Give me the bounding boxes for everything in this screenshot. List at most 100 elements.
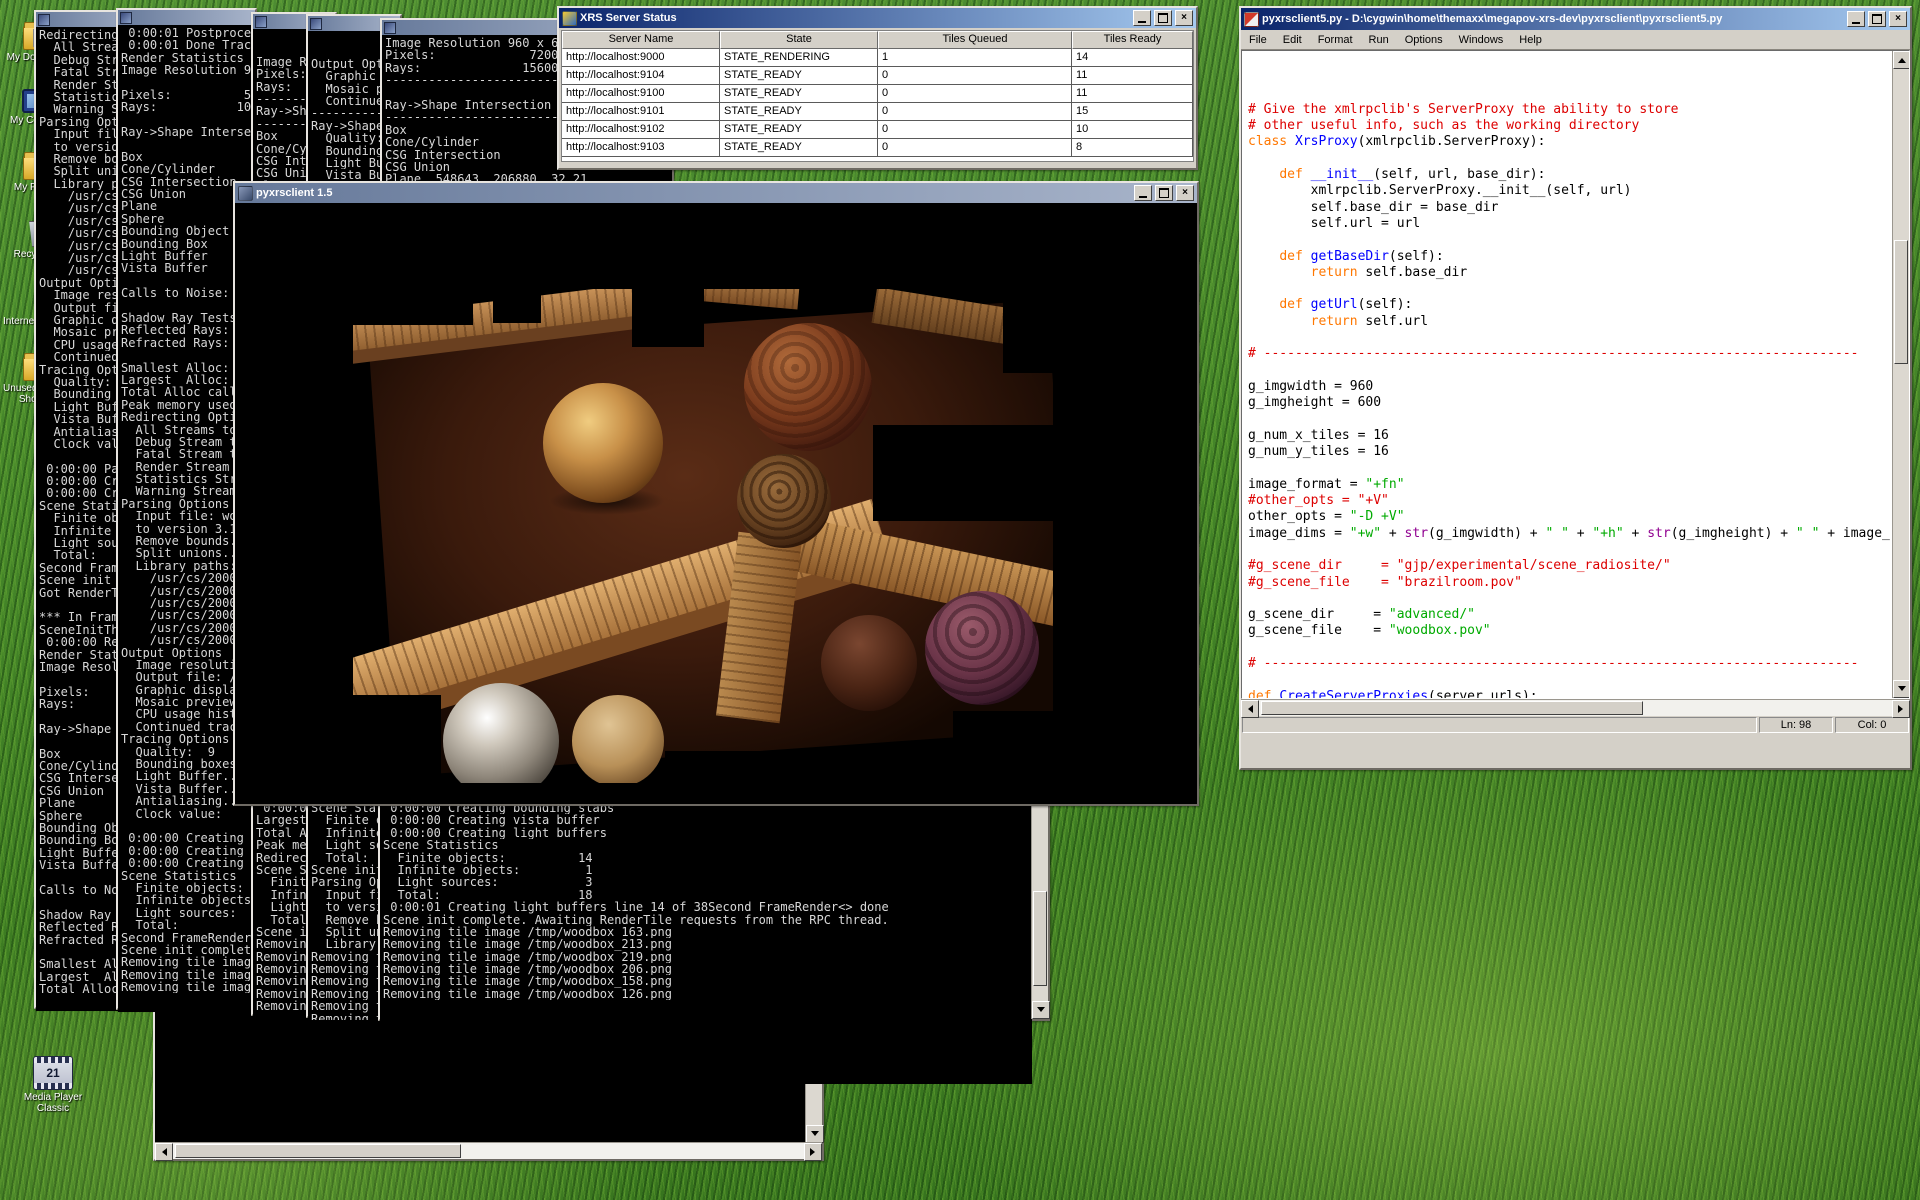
code-line (1248, 412, 1891, 428)
menu-options[interactable]: Options (1397, 32, 1451, 48)
scroll-left-button[interactable] (155, 1143, 173, 1161)
menu-windows[interactable]: Windows (1451, 32, 1512, 48)
xrs-titlebar[interactable]: XRS Server Status × (559, 8, 1196, 28)
xrs-cell[interactable]: STATE_READY (720, 139, 878, 157)
desktop: My DocumentsMy ComputerMy PicturesRecycl… (0, 0, 1920, 1200)
menu-edit[interactable]: Edit (1275, 32, 1310, 48)
scroll-down-button[interactable] (806, 1125, 824, 1143)
close-button[interactable]: × (1176, 185, 1194, 201)
xrs-cell[interactable]: 0 (878, 103, 1072, 121)
terminal-line: Cone/Cylinder (121, 163, 252, 175)
render-titlebar[interactable]: pyxrsclient 1.5 × (235, 183, 1197, 203)
scrollbar-thumb[interactable] (1894, 240, 1908, 364)
xrs-cell[interactable]: STATE_READY (720, 121, 878, 139)
xrs-cell[interactable]: 1 (878, 49, 1072, 67)
xrs-cell[interactable]: http://localhost:9000 (562, 49, 720, 67)
xrs-cell[interactable]: 0 (878, 121, 1072, 139)
xrs-cell[interactable]: 11 (1072, 67, 1193, 85)
maximize-button[interactable] (1154, 10, 1172, 26)
console-scrollbar-horizontal[interactable] (155, 1142, 822, 1159)
code-line (1248, 460, 1891, 476)
xrs-cell[interactable]: 11 (1072, 85, 1193, 103)
code-line (1248, 330, 1891, 346)
close-button[interactable]: × (1889, 11, 1907, 27)
xrs-cell[interactable]: http://localhost:9100 (562, 85, 720, 103)
editor-window[interactable]: pyxrsclient5.py - D:\cygwin\home\themaxx… (1239, 6, 1912, 770)
xrs-status-window[interactable]: XRS Server Status × Server NameStateTile… (557, 6, 1198, 170)
media-player-classic-shortcut[interactable]: 21 Media Player Classic (14, 1056, 92, 1114)
menu-format[interactable]: Format (1310, 32, 1361, 48)
xrs-cell[interactable]: 8 (1072, 139, 1193, 157)
terminal-line: Infinite objects: 1 (121, 894, 252, 906)
render-app-icon (238, 186, 253, 201)
render-client-window[interactable]: pyxrsclient 1.5 × (233, 181, 1199, 806)
editor-text-area[interactable]: # Give the xmlrpclib's ServerProxy the a… (1241, 50, 1910, 699)
scrollbar-thumb[interactable] (1033, 891, 1047, 986)
menu-run[interactable]: Run (1361, 32, 1397, 48)
code-line: g_scene_dir = "advanced/" (1248, 607, 1891, 623)
maximize-button[interactable] (1155, 185, 1173, 201)
terminal-titlebar[interactable] (118, 10, 255, 25)
xrs-cell[interactable]: http://localhost:9102 (562, 121, 720, 139)
xrs-cell[interactable]: http://localhost:9104 (562, 67, 720, 85)
xrs-cell[interactable]: 10 (1072, 121, 1193, 139)
scrollbar-thumb[interactable] (175, 1144, 461, 1158)
xrs-column-header[interactable]: Server Name (562, 31, 720, 49)
scroll-down-button[interactable] (1032, 1001, 1050, 1019)
minimize-button[interactable] (1134, 185, 1152, 201)
scroll-down-button[interactable] (1893, 680, 1910, 698)
code-line (1248, 69, 1891, 85)
xrs-cell[interactable]: 14 (1072, 49, 1193, 67)
xrs-cell[interactable]: 0 (878, 85, 1072, 103)
menu-help[interactable]: Help (1511, 32, 1550, 48)
code-area[interactable]: # Give the xmlrpclib's ServerProxy the a… (1248, 53, 1891, 698)
scroll-right-button[interactable] (1892, 700, 1910, 718)
code-line: def getUrl(self): (1248, 297, 1891, 313)
editor-scrollbar-horizontal[interactable] (1241, 699, 1910, 716)
terminal-line: Scene init complete. Await (121, 944, 252, 956)
minimize-button[interactable] (1847, 11, 1865, 27)
minimize-button[interactable] (1133, 10, 1151, 26)
code-line: #other_opts = "+V" (1248, 493, 1891, 509)
scrollbar-track[interactable] (1259, 700, 1892, 716)
xrs-column-header[interactable]: Tiles Ready (1072, 31, 1193, 49)
scrollbar-track[interactable] (1893, 69, 1909, 680)
code-line: image_format = "+fn" (1248, 477, 1891, 493)
scrollbar-track[interactable] (173, 1143, 804, 1159)
editor-titlebar[interactable]: pyxrsclient5.py - D:\cygwin\home\themaxx… (1241, 8, 1910, 30)
scroll-right-button[interactable] (804, 1143, 822, 1161)
xrs-cell[interactable]: 0 (878, 139, 1072, 157)
terminal-line: 0:00:01 Postprocessing (121, 27, 252, 39)
close-icon: × (1182, 188, 1188, 198)
menu-file[interactable]: File (1241, 32, 1275, 48)
xrs-cell[interactable]: STATE_READY (720, 67, 878, 85)
code-line: #g_scene_file = "brazilroom.pov" (1248, 575, 1891, 591)
xrs-cell[interactable]: STATE_READY (720, 85, 878, 103)
code-line: g_imgwidth = 960 (1248, 379, 1891, 395)
xrs-column-header[interactable]: Tiles Queued (878, 31, 1072, 49)
unrendered-tile (493, 289, 541, 323)
unrendered-tile (665, 751, 807, 783)
terminal-line: 0:00:00 Creating light bu (121, 857, 252, 869)
code-line (1248, 542, 1891, 558)
xrs-cell[interactable]: http://localhost:9101 (562, 103, 720, 121)
maximize-icon (1872, 14, 1882, 24)
xrs-cell[interactable]: STATE_RENDERING (720, 49, 878, 67)
xrs-cell[interactable]: 0 (878, 67, 1072, 85)
xrs-cell[interactable]: STATE_READY (720, 103, 878, 121)
unrendered-tile (953, 711, 1077, 783)
maximize-button[interactable] (1868, 11, 1886, 27)
terminal-line (121, 114, 252, 126)
xrs-cell[interactable]: 15 (1072, 103, 1193, 121)
scroll-up-button[interactable] (1893, 51, 1910, 69)
scroll-left-button[interactable] (1241, 700, 1259, 718)
terminal-line: Pixels: 576000 (121, 89, 252, 101)
xrs-cell[interactable]: http://localhost:9103 (562, 139, 720, 157)
close-button[interactable]: × (1175, 10, 1193, 26)
code-line: return self.base_dir (1248, 265, 1891, 281)
scrollbar-thumb[interactable] (1261, 701, 1643, 715)
xrs-column-header[interactable]: State (720, 31, 878, 49)
editor-scrollbar-vertical[interactable] (1892, 51, 1909, 698)
code-line (1248, 281, 1891, 297)
window-title: XRS Server Status (580, 12, 1130, 24)
